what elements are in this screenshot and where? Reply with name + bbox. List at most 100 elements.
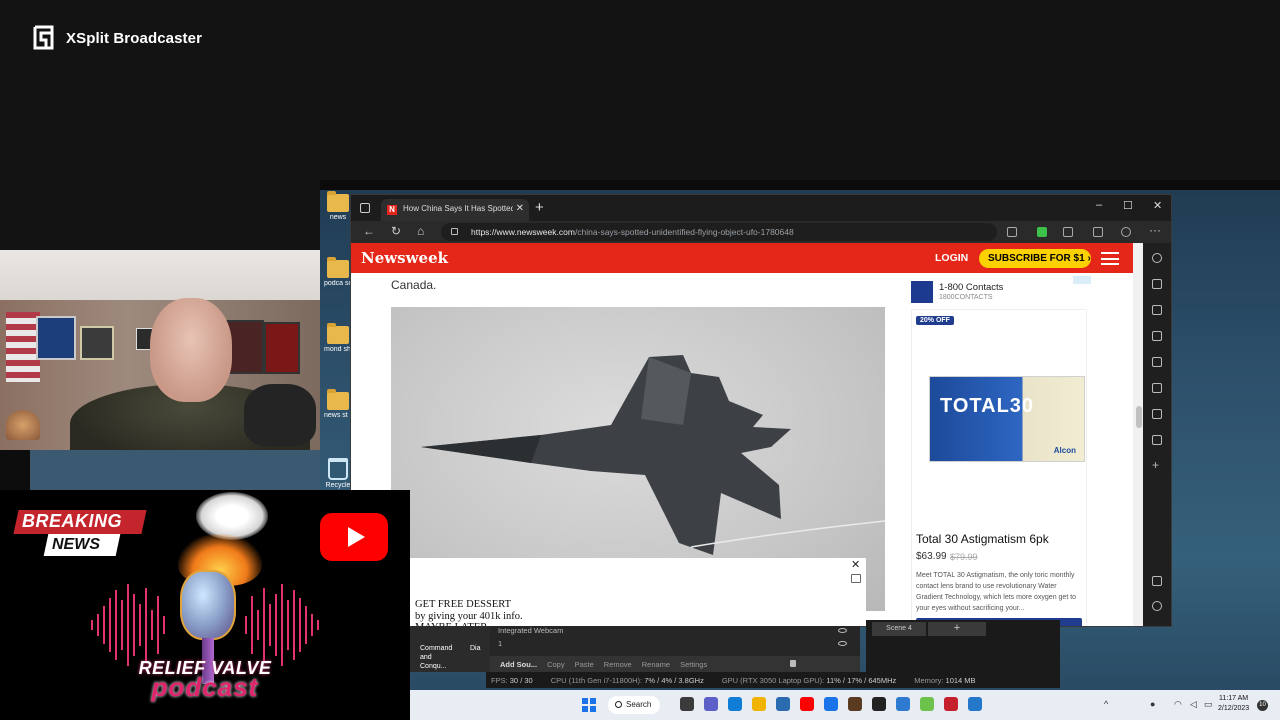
source-row-1[interactable]: 1: [498, 639, 502, 648]
product-name: Total 30 Astigmatism 6pk: [916, 532, 1049, 546]
taskbar-app-icon[interactable]: [848, 697, 862, 711]
desktop-icon-folder[interactable]: news: [324, 191, 352, 254]
desktop-sliver: [30, 450, 320, 490]
source-row-webcam[interactable]: Integrated Webcam: [498, 626, 563, 635]
folder-icon: [327, 257, 349, 278]
desktop-icon-folder[interactable]: podca sourc: [324, 257, 352, 320]
microphone-icon[interactable]: ●: [1150, 699, 1155, 709]
send-icon[interactable]: [1152, 435, 1162, 445]
tab-actions-icon[interactable]: [360, 203, 370, 213]
wifi-icon[interactable]: ◠: [1174, 699, 1182, 710]
tab-close-icon[interactable]: ✕: [516, 203, 524, 214]
product-box-image: TOTAL30 Alcon: [929, 376, 1085, 462]
new-tab-button[interactable]: +: [535, 199, 544, 216]
refresh-icon[interactable]: ↻: [391, 224, 401, 238]
more-menu-icon[interactable]: ···: [1149, 223, 1161, 237]
windows-taskbar: Search ^ ● ◠ ◁ ▭ 11:17 AM 2/12/2023 10: [410, 690, 1280, 720]
ad-close-button[interactable]: ✕: [851, 558, 860, 571]
paste-button[interactable]: Paste: [575, 660, 594, 669]
taskbar-app-icon[interactable]: [680, 697, 694, 711]
games-icon[interactable]: [1152, 383, 1162, 393]
ad-info-icon[interactable]: [851, 574, 861, 583]
ad-headline: GET FREE DESSERT: [415, 599, 512, 610]
chess-icon[interactable]: [1152, 357, 1162, 367]
product-box-label: TOTAL30: [940, 395, 1035, 417]
favorites-icon[interactable]: [1093, 227, 1103, 237]
desktop-icon-label: news: [329, 214, 347, 221]
eye-icon[interactable]: [838, 641, 847, 646]
extension-check-icon[interactable]: [1037, 227, 1047, 237]
taskbar-search[interactable]: Search: [608, 696, 660, 714]
back-icon[interactable]: ←: [363, 224, 375, 238]
taskbar-app-icon[interactable]: [752, 697, 766, 711]
search-icon[interactable]: [1152, 253, 1162, 263]
scrollbar-thumb[interactable]: [1136, 406, 1142, 428]
refresh-extension-icon[interactable]: [1063, 227, 1073, 237]
taskbar-app-icon[interactable]: [728, 697, 742, 711]
desktop-icon-label: news st links: [324, 412, 352, 419]
taskbar-app-icon[interactable]: [776, 697, 790, 711]
breaking-label: BREAKING: [22, 511, 123, 531]
briefcase-icon[interactable]: [1152, 331, 1162, 341]
remove-button[interactable]: Remove: [604, 660, 632, 669]
folder-icon: [327, 389, 349, 410]
sparkle-icon[interactable]: [1152, 279, 1162, 289]
minimize-button[interactable]: –: [1096, 199, 1102, 211]
scene-4-button[interactable]: Scene 4: [872, 622, 926, 636]
taskbar-app-icon[interactable]: [800, 697, 814, 711]
extension-icon[interactable]: [1007, 227, 1017, 237]
volume-icon[interactable]: ◁: [1190, 699, 1197, 710]
add-scene-button[interactable]: +: [928, 622, 986, 636]
lock-icon[interactable]: [790, 660, 796, 667]
desktop-icon-folder[interactable]: news st links: [324, 389, 352, 452]
copy-button[interactable]: Copy: [547, 660, 565, 669]
tab-newsweek[interactable]: N How China Says It Has Spotted a ✕: [381, 199, 529, 221]
add-icon[interactable]: +: [1152, 459, 1162, 471]
url-field[interactable]: https://www.newsweek.com/china-says-spot…: [441, 223, 997, 241]
url-path: /china-says-spotted-unidentified-flying-…: [574, 227, 794, 237]
start-button-windows-icon[interactable]: [582, 698, 596, 712]
ad-card[interactable]: 20% OFF TOTAL30 Alcon Total 30 Astigmati…: [911, 309, 1087, 626]
battery-icon[interactable]: ▭: [1204, 699, 1213, 710]
taskbar-app-icon[interactable]: [920, 697, 934, 711]
show-hidden-icons-chevron-icon[interactable]: ^: [1104, 699, 1108, 709]
home-icon[interactable]: ⌂: [417, 224, 424, 238]
taskbar-app-icon[interactable]: [944, 697, 958, 711]
sidebar-ad[interactable]: 1-800 Contacts 1800CONTACTS 20% OFF TOTA…: [909, 273, 1091, 626]
url-text: https://www.newsweek.com/china-says-spot…: [471, 227, 794, 237]
profile-avatar-icon[interactable]: [1121, 227, 1131, 237]
webcam-feed: [0, 250, 320, 450]
webcam-flag: [6, 312, 40, 382]
xsplit-branding: XSplit Broadcaster: [32, 24, 202, 52]
floating-ad[interactable]: ✕ GET FREE DESSERT by giving your 401k i…: [410, 558, 866, 626]
settings-button[interactable]: Settings: [680, 660, 707, 669]
hamburger-menu-icon[interactable]: [1101, 252, 1119, 265]
close-window-button[interactable]: ✕: [1153, 199, 1162, 212]
adchoices-icon[interactable]: [1073, 276, 1091, 284]
product-description: Meet TOTAL 30 Astigmatism, the only tori…: [916, 572, 1077, 612]
notification-badge[interactable]: 10: [1257, 700, 1268, 711]
fps-label: FPS:: [491, 675, 508, 685]
taskbar-app-icon[interactable]: [704, 697, 718, 711]
eye-icon[interactable]: [838, 628, 847, 633]
tag-icon[interactable]: [1152, 305, 1162, 315]
taskbar-app-icon[interactable]: [968, 697, 982, 711]
office-icon[interactable]: [1152, 409, 1162, 419]
settings-gear-icon[interactable]: [1152, 601, 1162, 611]
subscribe-button[interactable]: SUBSCRIBE FOR $1 ›: [979, 249, 1091, 268]
desktop-icon-folder[interactable]: mond show: [324, 323, 352, 386]
taskbar-app-icon[interactable]: [824, 697, 838, 711]
clock[interactable]: 11:17 AM 2/12/2023: [1218, 694, 1249, 714]
rename-button[interactable]: Rename: [642, 660, 670, 669]
split-screen-icon[interactable]: [1152, 576, 1162, 586]
login-link[interactable]: LOGIN: [935, 252, 968, 264]
add-source-button[interactable]: Add Sou...: [500, 660, 537, 669]
taskbar-app-icon[interactable]: [872, 697, 886, 711]
newsweek-logo[interactable]: Newsweek: [361, 249, 448, 267]
shortcut-command-and-conquer[interactable]: Command and Conqu...: [420, 644, 460, 671]
maximize-button[interactable]: ☐: [1123, 199, 1133, 212]
taskbar-app-icon[interactable]: [896, 697, 910, 711]
source-list: Integrated Webcam 1: [490, 626, 860, 656]
webcam-wall-frame: [36, 316, 76, 360]
shortcut-dia[interactable]: Dia: [470, 644, 481, 653]
